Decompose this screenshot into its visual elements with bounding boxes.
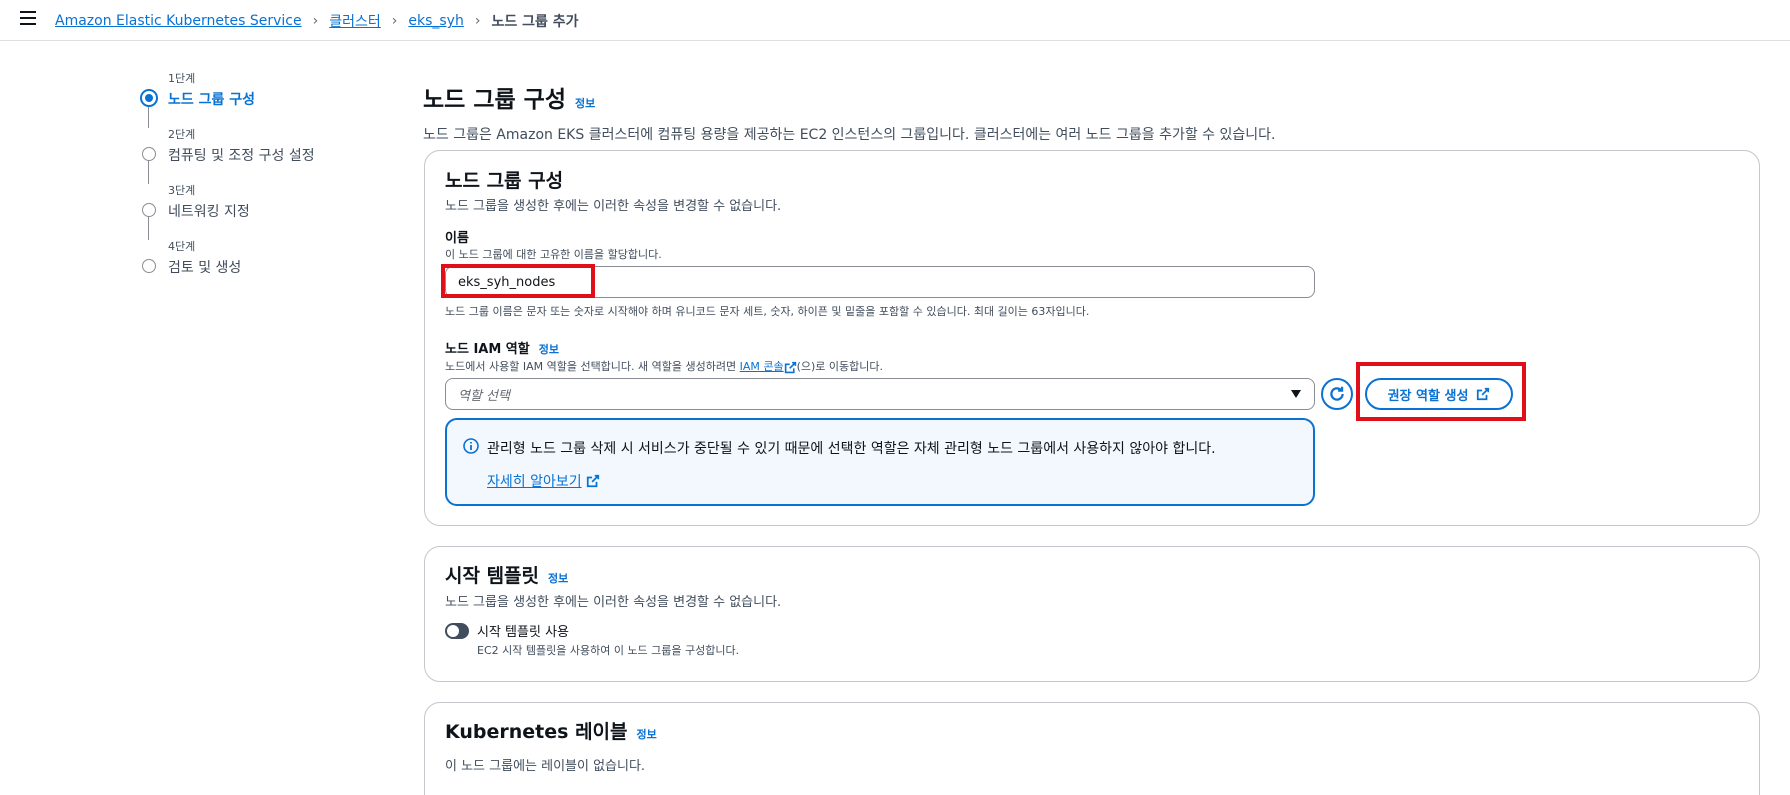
info-link[interactable]: 정보 <box>575 95 595 111</box>
step-active-icon <box>140 89 158 107</box>
breadcrumb: Amazon Elastic Kubernetes Service › 클러스터… <box>55 11 578 31</box>
page-description: 노드 그룹은 Amazon EKS 클러스터에 컴퓨팅 용량을 제공하는 EC2… <box>423 127 1276 143</box>
step-number: 4단계 <box>168 240 196 253</box>
step-title: 네트워킹 지정 <box>168 204 250 220</box>
breadcrumb-clusters[interactable]: 클러스터 <box>329 11 381 31</box>
card-subtitle: 노드 그룹을 생성한 후에는 이러한 속성을 변경할 수 없습니다. <box>445 199 782 214</box>
iam-role-select[interactable]: 역할 선택 <box>445 378 1315 410</box>
step-title: 컴퓨팅 및 조정 구성 설정 <box>168 148 315 164</box>
info-icon <box>463 438 479 454</box>
page-header: 노드 그룹 구성 정보 노드 그룹은 Amazon EKS 클러스터에 컴퓨팅 … <box>423 80 1763 144</box>
name-constraint: 노드 그룹 이름은 문자 또는 숫자로 시작해야 하며 유니코드 문자 세트, … <box>445 305 1090 318</box>
breadcrumb-current: 노드 그룹 추가 <box>491 14 579 30</box>
external-link-icon <box>1477 387 1490 401</box>
step-inactive-icon <box>142 147 156 161</box>
create-role-label: 권장 역할 생성 <box>1387 388 1469 404</box>
step-title: 노드 그룹 구성 <box>168 92 256 108</box>
card-subtitle: 노드 그룹을 생성한 후에는 이러한 속성을 변경할 수 없습니다. <box>445 595 782 610</box>
step-2: 2단계 컴퓨팅 및 조정 구성 설정 <box>140 126 380 184</box>
refresh-icon <box>1330 386 1344 401</box>
toggle-description: EC2 시작 템플릿을 사용하여 이 노드 그룹을 구성합니다. <box>477 644 740 657</box>
external-link-icon <box>784 361 796 373</box>
empty-labels-text: 이 노드 그룹에는 레이블이 없습니다. <box>445 759 646 774</box>
step-inactive-icon <box>142 259 156 273</box>
card-title: 시작 템플릿 <box>445 565 540 587</box>
create-recommended-role-button[interactable]: 권장 역할 생성 <box>1365 378 1513 410</box>
kubernetes-labels-card: Kubernetes 레이블 정보 이 노드 그룹에는 레이블이 없습니다. <box>424 702 1760 795</box>
step-inactive-icon <box>142 203 156 217</box>
learn-more-text: 자세히 알아보기 <box>487 474 582 490</box>
step-number: 3단계 <box>168 184 196 197</box>
card-title: Kubernetes 레이블 <box>445 721 628 743</box>
learn-more-link[interactable]: 자세히 알아보기 <box>487 471 600 491</box>
breadcrumb-eks[interactable]: Amazon Elastic Kubernetes Service <box>55 13 302 29</box>
info-link[interactable]: 정보 <box>539 341 559 357</box>
info-alert: 관리형 노드 그룹 삭제 시 서비스가 중단될 수 있기 때문에 선택한 역할은… <box>445 418 1315 506</box>
step-title: 검토 및 생성 <box>168 260 242 276</box>
menu-icon[interactable] <box>20 11 36 25</box>
step-4: 4단계 검토 및 생성 <box>140 238 380 294</box>
breadcrumb-cluster-name[interactable]: eks_syh <box>408 13 463 29</box>
iam-role-placeholder: 역할 선택 <box>458 388 510 404</box>
iam-desc-text: 노드에서 사용할 IAM 역할을 선택합니다. 새 역할을 생성하려면 <box>445 360 740 373</box>
chevron-right-icon: › <box>391 13 398 29</box>
step-number: 2단계 <box>168 128 196 141</box>
chevron-right-icon: › <box>474 13 481 29</box>
toggle-label: 시작 템플릿 사용 <box>477 625 569 640</box>
step-1[interactable]: 1단계 노드 그룹 구성 <box>140 70 380 128</box>
chevron-right-icon: › <box>312 13 319 29</box>
caret-down-icon <box>1291 390 1301 398</box>
iam-role-label-text: 노드 IAM 역할 <box>445 342 530 357</box>
top-navigation-bar: Amazon Elastic Kubernetes Service › 클러스터… <box>0 0 1790 41</box>
name-description: 이 노드 그룹에 대한 고유한 이름을 할당합니다. <box>445 248 662 261</box>
wizard-steps: 1단계 노드 그룹 구성 2단계 컴퓨팅 및 조정 구성 설정 3단계 네트워킹… <box>140 70 380 294</box>
card-title: 노드 그룹 구성 <box>445 170 564 192</box>
page-title: 노드 그룹 구성 <box>423 87 566 113</box>
info-link[interactable]: 정보 <box>637 726 657 742</box>
step-number: 1단계 <box>168 72 196 85</box>
iam-role-label: 노드 IAM 역할 정보 <box>445 338 559 357</box>
node-group-name-input[interactable]: eks_syh_nodes <box>445 266 1315 298</box>
refresh-button[interactable] <box>1321 378 1353 410</box>
iam-role-description: 노드에서 사용할 IAM 역할을 선택합니다. 새 역할을 생성하려면 IAM … <box>445 358 883 374</box>
step-3: 3단계 네트워킹 지정 <box>140 182 380 240</box>
external-link-icon <box>586 474 599 488</box>
iam-console-link[interactable]: IAM 콘솔 <box>740 360 784 373</box>
name-label: 이름 <box>445 231 469 246</box>
alert-message: 관리형 노드 그룹 삭제 시 서비스가 중단될 수 있기 때문에 선택한 역할은… <box>487 441 1216 457</box>
launch-template-card: 시작 템플릿 정보 노드 그룹을 생성한 후에는 이러한 속성을 변경할 수 없… <box>424 546 1760 682</box>
iam-desc-suffix: (으)로 이동합니다. <box>796 360 884 373</box>
node-group-config-card: 노드 그룹 구성 노드 그룹을 생성한 후에는 이러한 속성을 변경할 수 없습… <box>424 150 1760 526</box>
info-link[interactable]: 정보 <box>548 570 568 586</box>
launch-template-toggle[interactable] <box>445 623 469 639</box>
